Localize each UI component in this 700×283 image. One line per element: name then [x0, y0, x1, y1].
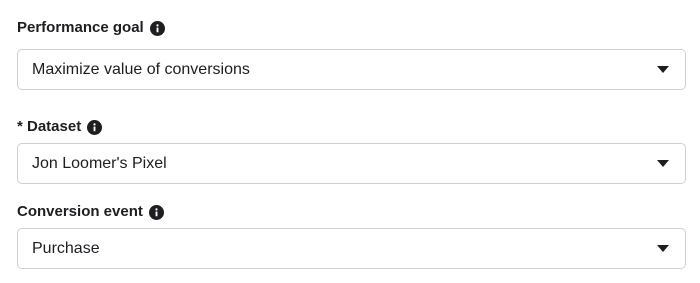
performance-goal-label-row: Performance goal [17, 19, 165, 37]
conversion-event-label-row: Conversion event [17, 203, 164, 221]
performance-goal-value: Maximize value of conversions [32, 60, 250, 78]
caret-down-icon [657, 244, 669, 253]
dataset-select[interactable]: Jon Loomer's Pixel [17, 143, 686, 184]
conversion-event-value: Purchase [32, 239, 100, 257]
performance-goal-select[interactable]: Maximize value of conversions [17, 49, 686, 90]
caret-down-icon [657, 159, 669, 168]
dataset-label: * Dataset [17, 118, 82, 135]
caret-down-icon [657, 65, 669, 74]
conversion-event-label: Conversion event [17, 203, 143, 220]
dataset-value: Jon Loomer's Pixel [32, 154, 167, 172]
info-icon[interactable] [148, 204, 164, 220]
conversion-settings-form: Performance goal Maximize value of conve… [0, 0, 700, 283]
dataset-label-row: * Dataset [17, 118, 103, 136]
info-icon[interactable] [87, 119, 103, 135]
conversion-event-select[interactable]: Purchase [17, 228, 686, 269]
info-icon[interactable] [149, 20, 165, 36]
performance-goal-label: Performance goal [17, 19, 144, 36]
